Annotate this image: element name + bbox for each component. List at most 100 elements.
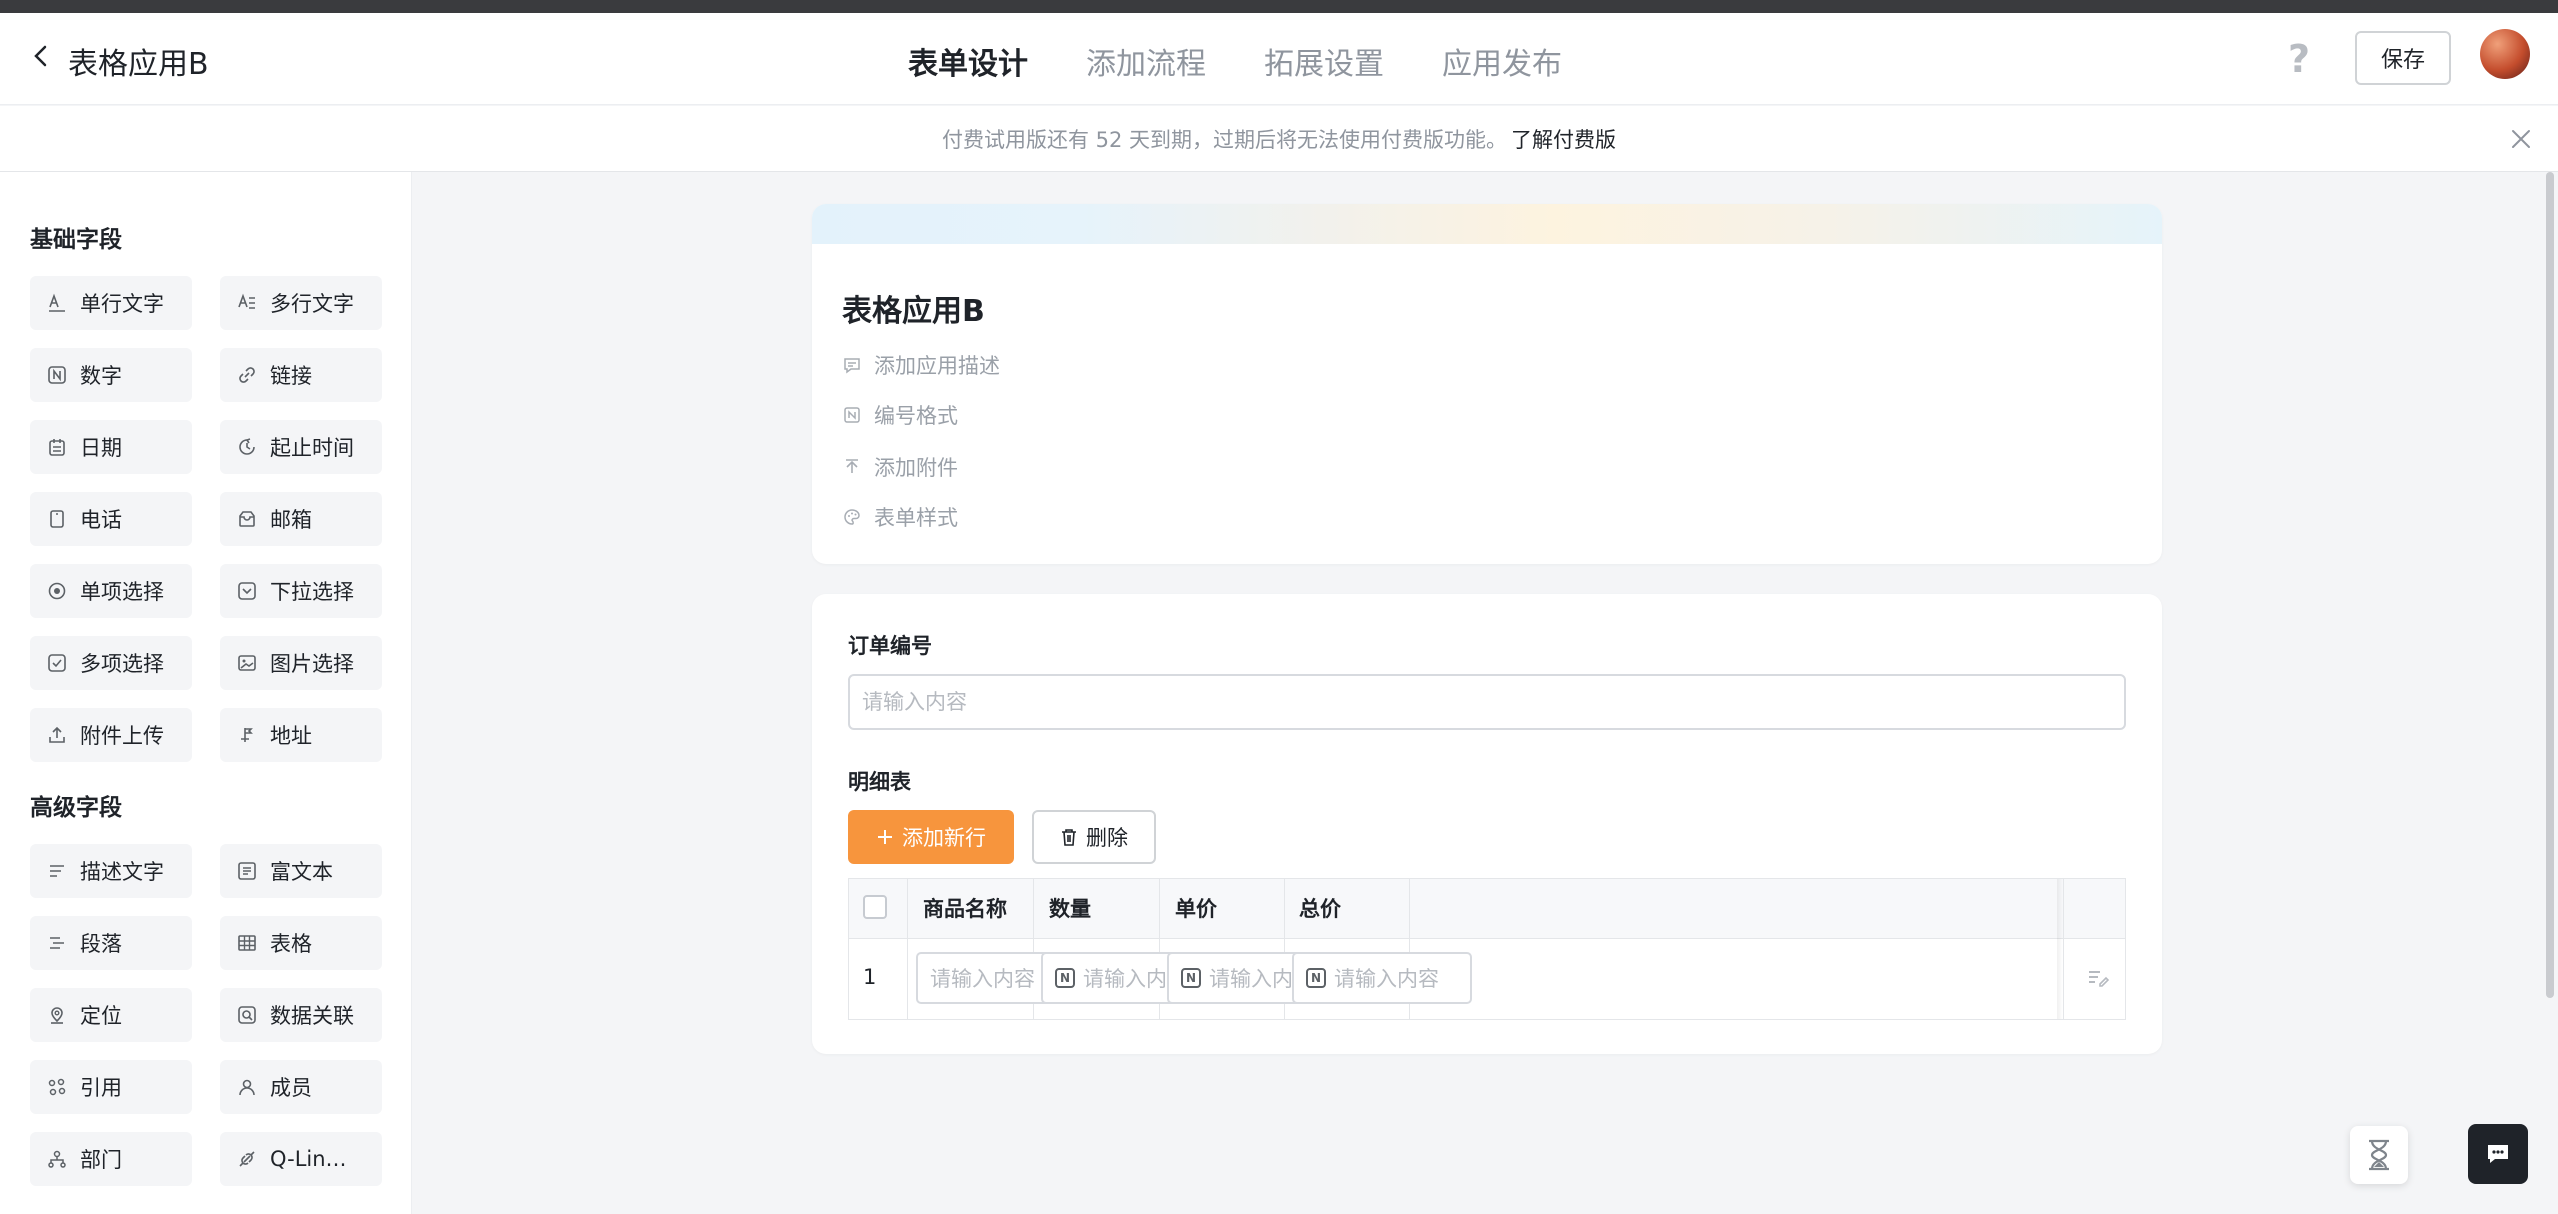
radio-icon <box>46 580 68 602</box>
field-member[interactable]: 成员 <box>220 1060 382 1114</box>
number-field-icon: N <box>1181 968 1201 988</box>
attachment-upload-icon <box>842 457 862 477</box>
table-icon <box>236 932 258 954</box>
field-table[interactable]: 表格 <box>220 916 382 970</box>
column-header-quantity: 数量 <box>1049 897 1091 921</box>
close-icon[interactable] <box>2508 126 2534 152</box>
column-header-product-name: 商品名称 <box>923 897 1007 921</box>
location-icon <box>46 1004 68 1026</box>
delete-button[interactable]: 删除 <box>1032 810 1156 864</box>
field-palette-sidebar: 基础字段 单行文字 多行文字 数字 链接 日期 起止时间 电话 邮箱 单项选择 … <box>0 172 412 1214</box>
tab-extension-settings[interactable]: 拓展设置 <box>1264 39 1384 83</box>
top-header: 表格应用B 表单设计 添加流程 拓展设置 应用发布 ? 保存 <box>0 13 2558 105</box>
row-index: 1 <box>863 965 877 989</box>
description-icon <box>46 860 68 882</box>
field-paragraph[interactable]: 段落 <box>30 916 192 970</box>
tab-add-workflow[interactable]: 添加流程 <box>1086 39 1206 83</box>
form-header-card: 表格应用B 添加应用描述 编号格式 添加附件 表单样式 <box>812 204 2162 564</box>
tab-form-design[interactable]: 表单设计 <box>908 39 1028 83</box>
single-line-text-icon <box>46 292 68 314</box>
field-single-choice[interactable]: 单项选择 <box>30 564 192 618</box>
window-top-strip <box>0 0 2558 13</box>
back-arrow-icon[interactable] <box>26 41 56 71</box>
order-number-label: 订单编号 <box>848 634 932 658</box>
form-style[interactable]: 表单样式 <box>842 502 958 532</box>
number-icon <box>46 364 68 386</box>
advanced-fields-title: 高级字段 <box>30 795 122 821</box>
field-multi-line-text[interactable]: 多行文字 <box>220 276 382 330</box>
field-image-choice[interactable]: 图片选择 <box>220 636 382 690</box>
data-link-icon <box>236 1004 258 1026</box>
select-all-checkbox[interactable] <box>863 895 887 919</box>
member-icon <box>236 1076 258 1098</box>
field-reference[interactable]: 引用 <box>30 1060 192 1114</box>
hourglass-icon[interactable] <box>2350 1126 2408 1184</box>
number-field-icon: N <box>1306 968 1326 988</box>
mail-icon <box>236 508 258 530</box>
multi-line-text-icon <box>236 292 258 314</box>
help-icon[interactable]: ? <box>2288 37 2310 81</box>
avatar[interactable] <box>2480 29 2530 79</box>
field-phone[interactable]: 电话 <box>30 492 192 546</box>
field-number[interactable]: 数字 <box>30 348 192 402</box>
order-number-input[interactable] <box>848 674 2126 730</box>
paragraph-icon <box>46 932 68 954</box>
table-header <box>849 879 2125 939</box>
phone-icon <box>46 508 68 530</box>
learn-paid-link[interactable]: 了解付费版 <box>1511 124 1616 154</box>
field-q-link[interactable]: Q-Lin… <box>220 1132 382 1186</box>
palette-icon <box>842 507 862 527</box>
checkbox-icon <box>46 652 68 674</box>
add-app-description[interactable]: 添加应用描述 <box>842 350 1000 380</box>
link-icon <box>236 364 258 386</box>
form-header-banner <box>812 204 2162 244</box>
field-attachment-upload[interactable]: 附件上传 <box>30 708 192 762</box>
field-location[interactable]: 定位 <box>30 988 192 1042</box>
upload-icon <box>46 724 68 746</box>
field-department[interactable]: 部门 <box>30 1132 192 1186</box>
basic-fields-title: 基础字段 <box>30 227 122 253</box>
trial-notice-bar: 付费试用版还有 52 天到期，过期后将无法使用付费版功能。 了解付费版 <box>0 106 2558 172</box>
field-link[interactable]: 链接 <box>220 348 382 402</box>
number-format-icon <box>842 405 862 425</box>
page-scrollbar[interactable] <box>2546 172 2554 998</box>
trash-icon <box>1062 829 1076 846</box>
time-range-icon <box>236 436 258 458</box>
chat-icon[interactable] <box>2468 1124 2528 1184</box>
main-tabs: 表单设计 添加流程 拓展设置 应用发布 <box>908 39 1562 83</box>
detail-table: 商品名称 数量 单价 总价 1 请输入内容 N 请输入内容 N 请输入内容 N … <box>848 878 2126 1020</box>
field-date[interactable]: 日期 <box>30 420 192 474</box>
add-row-button[interactable]: 添加新行 <box>848 810 1014 864</box>
column-header-total-price: 总价 <box>1299 897 1341 921</box>
column-header-unit-price: 单价 <box>1175 897 1217 921</box>
field-rich-text[interactable]: 富文本 <box>220 844 382 898</box>
plus-icon <box>878 830 892 844</box>
number-field-icon: N <box>1055 968 1075 988</box>
q-link-icon <box>236 1148 258 1170</box>
app-title: 表格应用B <box>68 47 209 82</box>
row-edit-icon[interactable] <box>2085 965 2111 991</box>
date-icon <box>46 436 68 458</box>
rich-text-icon <box>236 860 258 882</box>
field-data-link[interactable]: 数据关联 <box>220 988 382 1042</box>
dropdown-icon <box>236 580 258 602</box>
field-mail[interactable]: 邮箱 <box>220 492 382 546</box>
field-dropdown[interactable]: 下拉选择 <box>220 564 382 618</box>
department-icon <box>46 1148 68 1170</box>
field-time-range[interactable]: 起止时间 <box>220 420 382 474</box>
tab-app-publish[interactable]: 应用发布 <box>1442 39 1562 83</box>
number-format[interactable]: 编号格式 <box>842 400 958 430</box>
address-icon <box>236 724 258 746</box>
total-price-input[interactable]: N 请输入内容 <box>1292 952 1472 1004</box>
trial-notice-text: 付费试用版还有 52 天到期，过期后将无法使用付费版功能。 <box>941 127 1508 152</box>
add-attachment[interactable]: 添加附件 <box>842 452 958 482</box>
field-address[interactable]: 地址 <box>220 708 382 762</box>
comment-icon <box>842 355 862 375</box>
form-body-card: 订单编号 明细表 添加新行 删除 商品名称 数量 单价 总价 1 请输入内容 N… <box>812 594 2162 1054</box>
field-single-line-text[interactable]: 单行文字 <box>30 276 192 330</box>
reference-icon <box>46 1076 68 1098</box>
field-description-text[interactable]: 描述文字 <box>30 844 192 898</box>
field-multi-choice[interactable]: 多项选择 <box>30 636 192 690</box>
save-button[interactable]: 保存 <box>2355 31 2451 85</box>
form-title[interactable]: 表格应用B <box>842 286 985 330</box>
